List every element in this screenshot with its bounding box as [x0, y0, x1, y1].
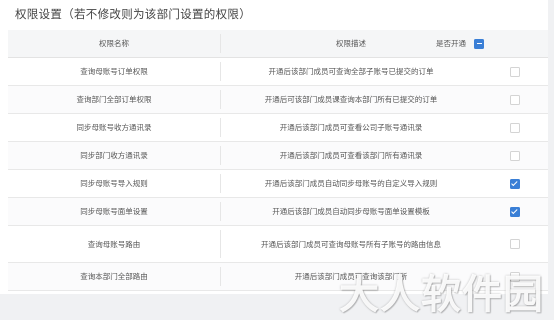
- permission-name: 查询本部门全部路由: [80, 272, 148, 281]
- permission-name: 查询部门全部订单权限: [76, 95, 152, 104]
- permission-desc: 开通后该部门成员可查看该部门所有通讯录: [279, 151, 423, 160]
- permission-open-cell: [482, 226, 548, 262]
- permission-desc: 开通后该部门成员自动同步母账号面单设置模板: [272, 207, 430, 216]
- permission-checkbox[interactable]: [510, 239, 520, 249]
- permission-desc: 开通后该部门成员可查看公司子账号通讯录: [279, 123, 423, 132]
- permission-name: 同步部门收方通讯录: [80, 151, 148, 160]
- permission-checkbox[interactable]: [510, 94, 520, 105]
- permission-desc: 开通后该部门成员可查询母账号所有子账号的路由信息: [261, 239, 441, 249]
- permission-name: 同步母账号面单设置: [80, 207, 148, 216]
- permission-open-cell: [482, 170, 548, 197]
- permission-desc: 开通后可该部门成员课查询本部门所有已提交的订单: [264, 95, 438, 104]
- table-row: 查询母账号订单权限 开通后该部门成员可查询全部子账号已提交的订单: [8, 58, 548, 86]
- watermark: 大人软件园: [339, 272, 544, 318]
- permission-open-cell: [482, 86, 548, 113]
- table-row: 同步母账号收方通讯录 开通后该部门成员可查看公司子账号通讯录: [8, 114, 548, 142]
- permission-table: 权限名称 权限描述 是否开通 查询母账号订单权限 开通后该部门成员可查询全部子账号…: [8, 30, 548, 291]
- permission-name: 同步母账号收方通讯录: [76, 123, 152, 132]
- permission-desc: 开通后该部门成员自动同步母账号的自定义导入规则: [264, 179, 438, 188]
- permission-open-cell: [482, 58, 548, 85]
- table-body: 查询母账号订单权限 开通后该部门成员可查询全部子账号已提交的订单查询部门全部订单权…: [8, 58, 548, 291]
- permission-name: 查询母账号路由: [87, 239, 141, 249]
- permission-name: 同步母账号导入规则: [80, 179, 148, 188]
- permission-open-cell: [482, 142, 548, 169]
- permission-checkbox[interactable]: [510, 122, 520, 133]
- permission-open-cell: [482, 114, 548, 141]
- permission-open-cell: [482, 198, 548, 225]
- section-title: 权限设置（若不修改则为该部门设置的权限）: [15, 7, 251, 21]
- table-row: 同步母账号面单设置 开通后该部门成员自动同步母账号面单设置模板: [8, 198, 548, 226]
- permission-desc: 开通后该部门成员可查询全部子账号已提交的订单: [268, 67, 434, 76]
- table-row: 同步母账号导入规则 开通后该部门成员自动同步母账号的自定义导入规则: [8, 170, 548, 198]
- table-row: 查询部门全部订单权限 开通后可该部门成员课查询本部门所有已提交的订单: [8, 86, 548, 114]
- header-name: 权限名称: [99, 39, 129, 48]
- permission-panel: 权限设置（若不修改则为该部门设置的权限） 权限名称 权限描述 是否开通 查询母账…: [0, 0, 548, 294]
- permission-checkbox[interactable]: [510, 206, 520, 217]
- table-header: 权限名称 权限描述 是否开通: [8, 30, 548, 58]
- table-row: 查询母账号路由 开通后该部门成员可查询母账号所有子账号的路由信息: [8, 226, 548, 263]
- permission-checkbox[interactable]: [510, 178, 520, 189]
- table-row: 同步部门收方通讯录 开通后该部门成员可查看该部门所有通讯录: [8, 142, 548, 170]
- permission-name: 查询母账号订单权限: [80, 67, 148, 76]
- permission-checkbox[interactable]: [510, 150, 520, 161]
- select-all-checkbox-cell: [474, 30, 484, 57]
- permission-checkbox[interactable]: [510, 66, 520, 77]
- select-all-checkbox[interactable]: [474, 38, 484, 49]
